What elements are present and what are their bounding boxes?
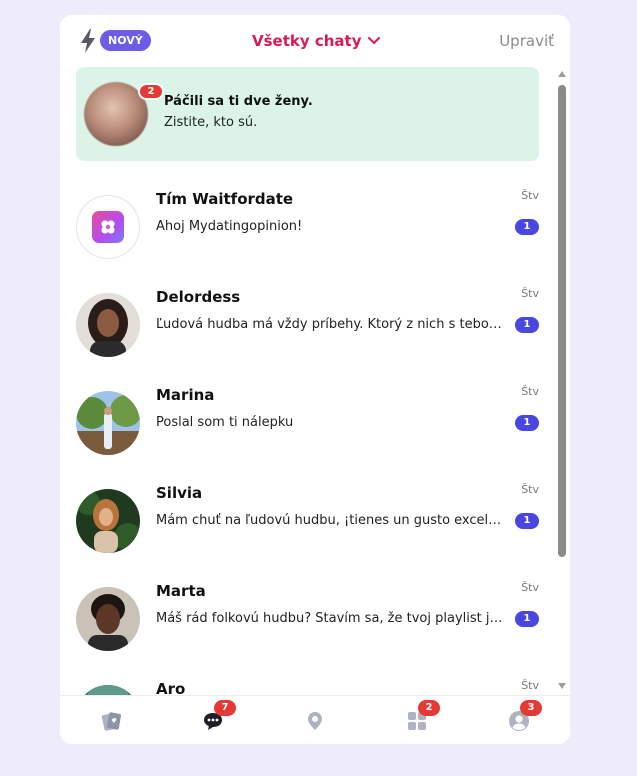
app-logo-icon (92, 211, 124, 243)
avatar (76, 587, 140, 651)
chat-filter-label: Všetky chaty (252, 32, 362, 50)
chat-row[interactable]: Aro Štv (60, 667, 555, 695)
chat-day: Štv (521, 385, 539, 398)
nav-item-profile[interactable]: 3 (468, 696, 570, 744)
nav-badge: 3 (520, 700, 542, 716)
scrollbar[interactable] (555, 67, 570, 695)
scrollbar-thumb[interactable] (558, 85, 566, 557)
unread-badge: 1 (515, 317, 539, 333)
unread-badge: 1 (515, 513, 539, 529)
chat-day: Štv (521, 287, 539, 300)
chat-row[interactable]: Tím Waitfordate Ahoj Mydatingopinion! Št… (60, 177, 555, 275)
likes-promo-banner[interactable]: 2 Páčili sa ti dve ženy. Zistite, kto sú… (76, 67, 539, 161)
nav-item-chats[interactable]: 7 (162, 696, 264, 744)
chat-panel: NOVÝ Všetky chaty Upraviť 2 Páčili sa ti… (60, 15, 570, 744)
chat-list: 2 Páčili sa ti dve ženy. Zistite, kto sú… (60, 67, 555, 695)
chat-name: Aro (156, 680, 186, 695)
nav-badge: 7 (214, 700, 236, 716)
bottom-nav: 7 2 3 (60, 695, 570, 744)
avatar (76, 293, 140, 357)
avatar (76, 685, 140, 695)
nav-badge: 2 (418, 700, 440, 716)
chat-name: Tím Waitfordate (156, 190, 294, 208)
promo-subtitle: Zistite, kto sú. (164, 115, 258, 130)
nav-item-map[interactable] (264, 696, 366, 744)
chat-message-preview: Ahoj Mydatingopinion! (156, 219, 303, 234)
chat-message-preview: Mám chuť na ľudovú hudbu, ¡tienes un gus… (156, 513, 504, 528)
chat-row[interactable]: Silvia Mám chuť na ľudovú hudbu, ¡tienes… (60, 471, 555, 569)
scroll-up-arrow-icon[interactable] (558, 71, 566, 77)
chat-message-preview: Máš rád folkovú hudbu? Stavím sa, že tvo… (156, 611, 504, 626)
chat-message-preview: Poslal som ti nálepku (156, 415, 294, 430)
chat-row[interactable]: Delordess Ľudová hudba má vždy príbehy. … (60, 275, 555, 373)
chat-day: Štv (521, 189, 539, 202)
header: NOVÝ Všetky chaty Upraviť (60, 15, 570, 67)
bolt-icon[interactable] (80, 29, 96, 53)
nav-item-cards[interactable] (60, 696, 162, 744)
chat-day: Štv (521, 581, 539, 594)
cards-icon (101, 712, 121, 731)
edit-button[interactable]: Upraviť (499, 30, 554, 52)
avatar (76, 489, 140, 553)
likes-count-badge: 2 (138, 83, 164, 100)
map-pin-icon (308, 712, 322, 730)
chat-day: Štv (521, 679, 539, 692)
chat-row[interactable]: Marta Máš rád folkovú hudbu? Stavím sa, … (60, 569, 555, 667)
chat-name: Marina (156, 386, 215, 404)
chat-name: Delordess (156, 288, 241, 306)
chat-day: Štv (521, 483, 539, 496)
nav-item-apps[interactable]: 2 (366, 696, 468, 744)
promo-title: Páčili sa ti dve ženy. (164, 94, 313, 109)
unread-badge: 1 (515, 415, 539, 431)
avatar (76, 391, 140, 455)
chevron-down-icon (367, 37, 380, 44)
unread-badge: 1 (515, 611, 539, 627)
new-badge[interactable]: NOVÝ (100, 30, 151, 51)
chat-name: Marta (156, 582, 206, 600)
chat-message-preview: Ľudová hudba má vždy príbehy. Ktorý z ni… (156, 317, 504, 332)
scroll-down-arrow-icon[interactable] (558, 683, 566, 689)
avatar (76, 195, 140, 259)
unread-badge: 1 (515, 219, 539, 235)
chat-row[interactable]: Marina Poslal som ti nálepku Štv 1 (60, 373, 555, 471)
chat-filter-dropdown[interactable]: Všetky chaty (252, 30, 380, 52)
chat-name: Silvia (156, 484, 203, 502)
